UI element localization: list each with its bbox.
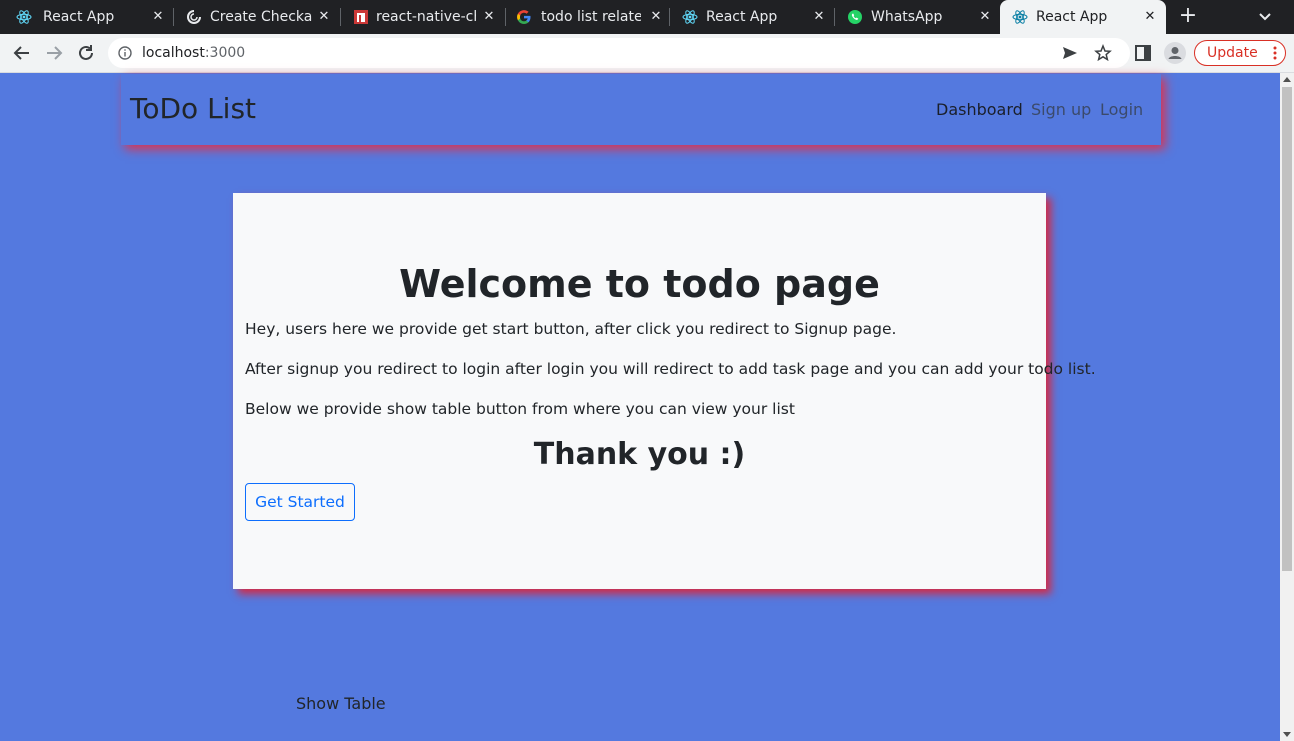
close-icon[interactable]: ✕ [977, 9, 993, 25]
table-paragraph: Below we provide show table button from … [245, 400, 795, 418]
tab-title: React App [43, 9, 115, 25]
close-icon[interactable]: ✕ [150, 9, 166, 25]
tab-react-native-ch[interactable]: react-native-ch ✕ [341, 0, 506, 34]
nav-link-signup[interactable]: Sign up [1031, 100, 1091, 120]
forward-arrow-icon[interactable] [44, 43, 64, 63]
react-icon [1012, 10, 1028, 24]
tab-title: react-native-ch [376, 9, 476, 25]
chevron-down-icon[interactable] [1255, 8, 1275, 26]
close-icon[interactable]: ✕ [1142, 9, 1158, 25]
side-panel-icon[interactable] [1135, 45, 1151, 61]
show-table-button[interactable]: Show Table [296, 694, 386, 714]
url-port: :3000 [204, 45, 246, 61]
scrollbar-thumb[interactable] [1282, 87, 1292, 571]
scroll-down-arrow-icon[interactable] [1283, 732, 1291, 737]
page-viewport: ToDo List Dashboard Sign up Login Welcom… [0, 73, 1280, 741]
browser-toolbar: localhost:3000 Update [0, 34, 1294, 73]
whatsapp-icon [848, 10, 862, 24]
send-icon[interactable] [1062, 46, 1078, 60]
tab-strip: React App ✕ Create Checkat ✕ react-nativ… [0, 0, 1294, 34]
star-icon[interactable] [1094, 44, 1112, 62]
profile-avatar-icon[interactable] [1164, 42, 1186, 64]
vertical-scrollbar[interactable] [1280, 73, 1294, 741]
tab-title: React App [1036, 9, 1108, 25]
top-navbar: ToDo List Dashboard Sign up Login [121, 74, 1161, 145]
tab-title: WhatsApp [871, 9, 943, 25]
reload-icon[interactable] [76, 43, 96, 63]
info-icon[interactable] [118, 46, 132, 60]
tab-title: todo list relate [541, 9, 641, 25]
welcome-card: Welcome to todo page Hey, users here we … [233, 193, 1096, 589]
thank-you-heading: Thank you :) [533, 437, 746, 472]
npm-icon [354, 10, 368, 24]
tab-react-app-1[interactable]: React App ✕ [0, 0, 174, 34]
signup-paragraph: After signup you redirect to login after… [245, 360, 1096, 378]
url-host: localhost [142, 45, 205, 61]
back-arrow-icon[interactable] [12, 43, 32, 63]
react-icon [682, 10, 698, 24]
update-button[interactable]: Update [1194, 40, 1286, 66]
close-icon[interactable]: ✕ [648, 9, 664, 25]
tab-title: React App [706, 9, 778, 25]
google-icon [517, 10, 531, 24]
new-tab-icon[interactable]: + [1176, 5, 1200, 29]
tab-react-app-active[interactable]: React App ✕ [1000, 0, 1166, 34]
url-text: localhost:3000 [142, 45, 245, 61]
update-label: Update [1207, 45, 1258, 61]
intro-paragraph: Hey, users here we provide get start but… [245, 320, 897, 338]
nav-link-dashboard[interactable]: Dashboard [936, 100, 1023, 120]
brand-title[interactable]: ToDo List [130, 91, 256, 127]
close-icon[interactable]: ✕ [481, 9, 497, 25]
more-vert-icon [1273, 46, 1277, 60]
close-icon[interactable]: ✕ [811, 9, 827, 25]
react-icon [16, 10, 32, 24]
tab-whatsapp[interactable]: WhatsApp ✕ [835, 0, 999, 34]
get-started-button[interactable]: Get Started [245, 483, 355, 521]
address-bar[interactable]: localhost:3000 [108, 38, 1130, 68]
scroll-up-arrow-icon[interactable] [1283, 77, 1291, 82]
tab-title: Create Checkat [210, 9, 312, 25]
tab-todo-list-relate[interactable]: todo list relate ✕ [506, 0, 670, 34]
welcome-heading: Welcome to todo page [399, 262, 880, 306]
close-icon[interactable]: ✕ [316, 9, 332, 25]
tab-react-app-2[interactable]: React App ✕ [670, 0, 835, 34]
tab-create-checkat[interactable]: Create Checkat ✕ [174, 0, 341, 34]
nav-link-login[interactable]: Login [1100, 100, 1143, 120]
codepen-icon [187, 10, 201, 24]
